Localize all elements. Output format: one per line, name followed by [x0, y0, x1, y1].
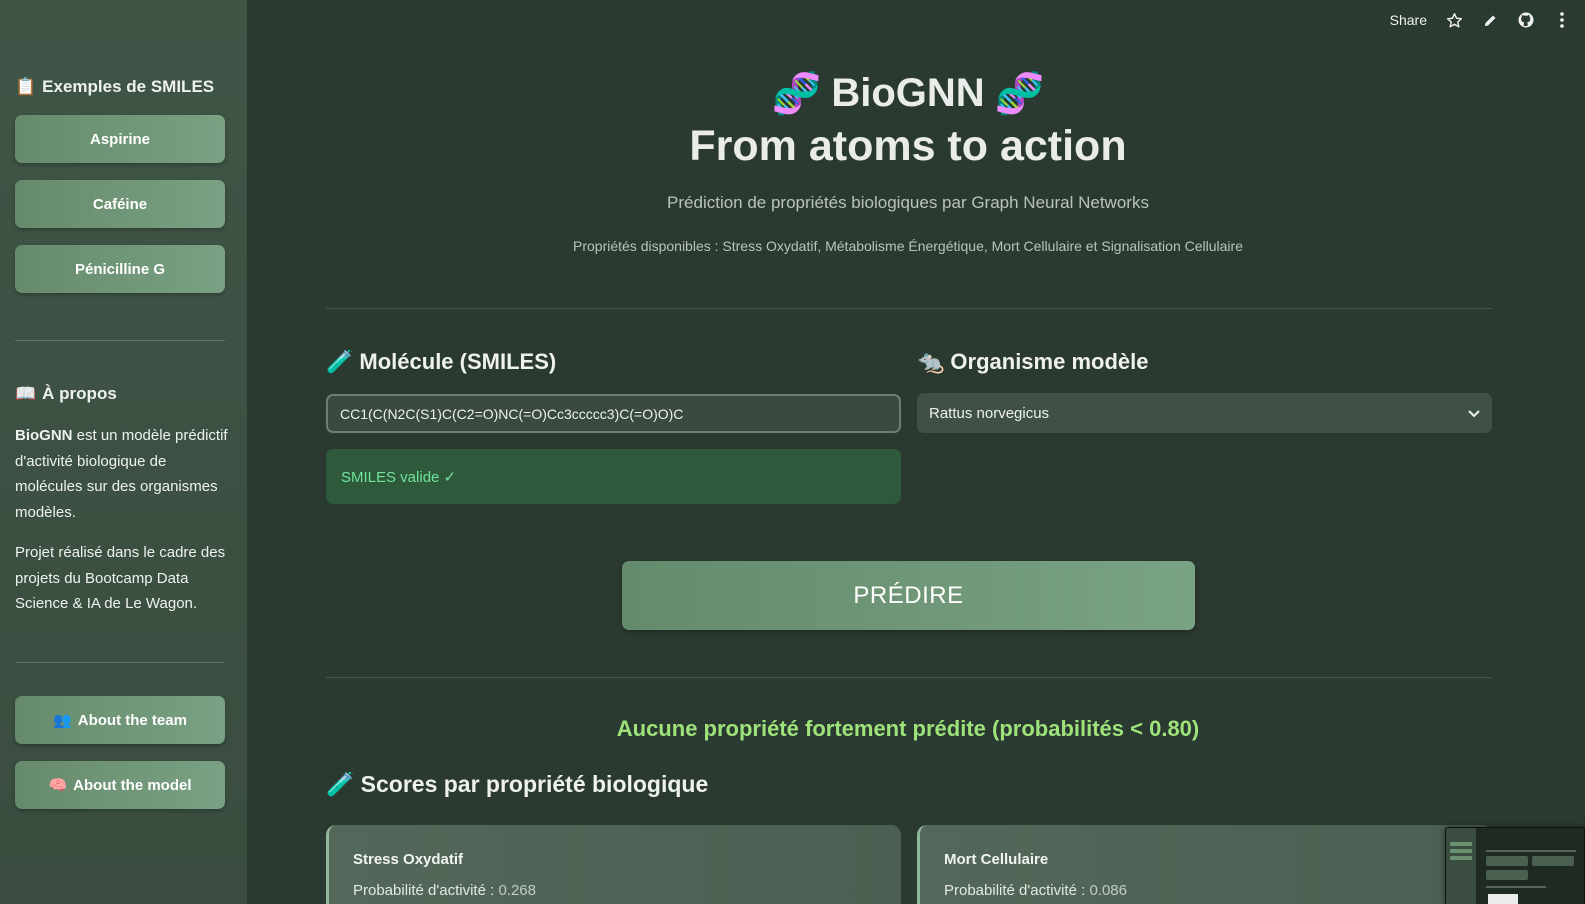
score-card-probability: Probabilité d'activité : 0.268	[353, 882, 536, 899]
example-button-aspirine[interactable]: Aspirine	[15, 115, 225, 163]
about-heading: 📖 À propos	[15, 384, 117, 403]
divider	[326, 677, 1492, 678]
book-icon: 📖	[15, 384, 37, 403]
test-tube-icon: 🧪	[326, 349, 354, 374]
main-content: 🧬 BioGNN 🧬 From atoms to action Prédicti…	[247, 0, 1585, 904]
available-properties: Propriétés disponibles : Stress Oxydatif…	[573, 238, 1243, 254]
example-button-cafeine[interactable]: Caféine	[15, 180, 225, 228]
app-subtitle: Prédiction de propriétés biologiques par…	[667, 193, 1149, 212]
smiles-input[interactable]	[326, 394, 901, 433]
scores-heading: 🧪 Scores par propriété biologique	[326, 771, 709, 797]
prediction-result-message: Aucune propriété fortement prédite (prob…	[616, 716, 1200, 741]
sidebar: 📋 Exemples de SMILES Aspirine Caféine Pé…	[0, 0, 247, 904]
divider	[326, 308, 1492, 309]
screen-preview-thumbnail	[1445, 827, 1585, 904]
dna-icon: 🧬	[771, 72, 822, 116]
predict-button[interactable]: PRÉDIRE	[622, 561, 1195, 630]
molecule-label: 🧪 Molécule (SMILES)	[326, 349, 557, 374]
chevron-down-icon	[1468, 405, 1480, 422]
score-card-stress-oxydatif: Stress Oxydatif Probabilité d'activité :…	[326, 825, 901, 904]
project-text: Projet réalisé dans le cadre des projets…	[15, 544, 226, 612]
sidebar-divider	[15, 340, 225, 341]
test-tube-icon: 🧪	[326, 771, 355, 797]
about-model-button[interactable]: 🧠 About the model	[15, 761, 225, 809]
dna-icon: 🧬	[994, 72, 1045, 116]
about-text: BioGNN est un modèle prédictif d'activit…	[15, 427, 228, 521]
organism-select[interactable]: Rattus norvegicus	[917, 393, 1492, 433]
app-tagline: From atoms to action	[689, 122, 1127, 170]
score-card-probability: Probabilité d'activité : 0.086	[944, 882, 1127, 899]
organism-label: 🐀 Organisme modèle	[917, 349, 1149, 374]
about-team-button[interactable]: 👥 About the team	[15, 696, 225, 744]
people-icon: 👥	[53, 712, 72, 729]
app-title: 🧬 BioGNN 🧬	[771, 71, 1045, 116]
smiles-validation-status: SMILES valide ✓	[326, 449, 901, 504]
brain-icon: 🧠	[48, 777, 68, 794]
sidebar-divider	[15, 662, 225, 663]
examples-heading: 📋 Exemples de SMILES	[15, 77, 215, 96]
rat-icon: 🐀	[917, 349, 945, 374]
example-button-penicilline[interactable]: Pénicilline G	[15, 245, 225, 293]
score-card-mort-cellulaire: Mort Cellulaire Probabilité d'activité :…	[917, 825, 1492, 904]
clipboard-icon: 📋	[15, 77, 37, 96]
